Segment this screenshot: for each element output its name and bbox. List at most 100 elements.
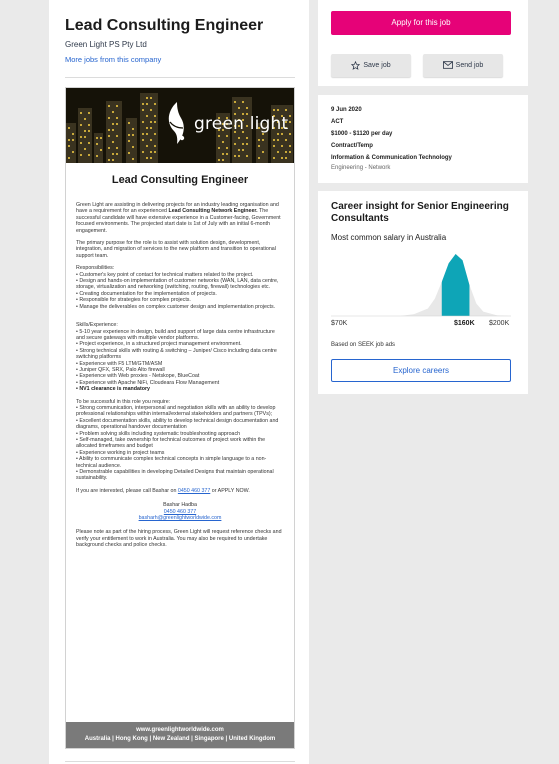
skyline-window (128, 134, 130, 136)
skyline-window (108, 135, 110, 137)
skyline-window (80, 112, 82, 114)
skyline-window (100, 149, 102, 151)
save-job-button[interactable]: Save job (331, 54, 411, 77)
ad-responsibilities: Responsibilities: • Customer's key point… (76, 265, 279, 310)
skyline-window (273, 157, 275, 159)
skyline-window (146, 133, 148, 135)
skyline-window (88, 142, 90, 144)
save-job-label: Save job (363, 62, 391, 69)
skyline-window (273, 139, 275, 141)
skyline-window (146, 97, 148, 99)
contact-email-link[interactable]: basharh@greenlightworldwide.com (76, 515, 284, 521)
skyline-window (116, 135, 118, 137)
apply-phone-link[interactable]: 0450 460 377 (178, 488, 210, 494)
skyline-window (238, 155, 240, 157)
job-details-column: Lead Consulting Engineer Green Light PS … (49, 0, 309, 764)
ad-success-requirements: To be successful in this role you requir… (76, 398, 279, 482)
job-title: Lead Consulting Engineer (65, 17, 264, 34)
skyline-window (96, 143, 98, 145)
skyline-window (142, 109, 144, 111)
skyline-window (226, 153, 228, 155)
skyline-window (289, 145, 291, 147)
green-light-leaf-icon (168, 102, 185, 144)
skyline-window (68, 157, 70, 159)
divider (65, 761, 295, 762)
skyline-window (285, 109, 287, 111)
skyline-window (116, 123, 118, 125)
job-ad: green light Lead Consulting Engineer Gre… (65, 87, 295, 749)
skyline-window (128, 122, 130, 124)
skyline-window (72, 151, 74, 153)
skyline-window (88, 124, 90, 126)
skyline-window (273, 145, 275, 147)
ad-body: Green Light are assisting in delivering … (76, 202, 284, 555)
skyline-window (142, 139, 144, 141)
skyline-window (142, 133, 144, 135)
salary-distribution-area (331, 254, 511, 316)
skyline-window (150, 157, 152, 159)
ad-skills: Skills/Experience: • 5-10 year experienc… (76, 322, 277, 393)
skyline-window (234, 143, 236, 145)
skyline-window (84, 136, 86, 138)
skyline-window (68, 139, 70, 141)
skyline-window (116, 105, 118, 107)
explore-careers-button[interactable]: Explore careers (331, 359, 511, 382)
skyline-window (108, 159, 110, 161)
footer-locations: Australia | Hong Kong | New Zealand | Si… (84, 736, 276, 742)
skyline-window (108, 117, 110, 119)
skyline-window (146, 157, 148, 159)
ad-intro: Green Light are assisting in delivering … (76, 202, 281, 234)
skyline-window (116, 117, 118, 119)
skyline-window (289, 115, 291, 117)
skyline-window (108, 147, 110, 149)
work-type: Contract/Temp (331, 143, 373, 149)
location: ACT (331, 119, 344, 125)
skyline-window (68, 145, 70, 147)
apply-button[interactable]: Apply for this job (331, 11, 511, 35)
send-job-label: Send job (455, 62, 484, 69)
skyline-window (258, 157, 260, 159)
envelope-icon (442, 61, 453, 69)
skyline-window (226, 135, 228, 137)
skyline-window (88, 154, 90, 156)
more-jobs-link[interactable]: More jobs from this company (65, 55, 161, 64)
skyline-window (273, 109, 275, 111)
ad-contact: Bashar Hadba 0450 460 377 basharh@greenl… (76, 502, 284, 521)
skyline-window (289, 151, 291, 153)
salary-highlight-band (441, 254, 470, 316)
skyline-window (246, 107, 248, 109)
skyline-window (154, 145, 156, 147)
insight-title: Career insight for Senior Engineering Co… (331, 201, 509, 224)
skyline-window (108, 129, 110, 131)
skyline-window (132, 128, 134, 130)
skyline-window (226, 147, 228, 149)
divider (65, 77, 295, 78)
skyline-window (238, 137, 240, 139)
skyline-window (128, 152, 130, 154)
skyline-window (246, 137, 248, 139)
skyline-window (80, 154, 82, 156)
skyline-window (112, 153, 114, 155)
skyline-window (142, 103, 144, 105)
x-tick-label: $70K (331, 320, 348, 327)
skyline-window (72, 139, 74, 141)
skyline-window (150, 121, 152, 123)
skyline-window (242, 143, 244, 145)
skyline-window (68, 127, 70, 129)
send-job-button[interactable]: Send job (423, 54, 503, 77)
ad-apply-text: If you are interested, please call Basha… (76, 487, 250, 494)
skyline-window (154, 133, 156, 135)
skyline-window (72, 133, 74, 135)
classification: Information & Communication Technology (331, 155, 452, 161)
skyline-window (84, 130, 86, 132)
skyline-window (277, 109, 279, 111)
skyline-window (289, 133, 291, 135)
skyline-window (154, 121, 156, 123)
skyline-window (116, 153, 118, 155)
skyline-window (258, 145, 260, 147)
skyline-window (112, 129, 114, 131)
skyline-window (88, 112, 90, 114)
skyline-window (281, 157, 283, 159)
skyline-window (80, 136, 82, 138)
skyline-window (146, 127, 148, 129)
